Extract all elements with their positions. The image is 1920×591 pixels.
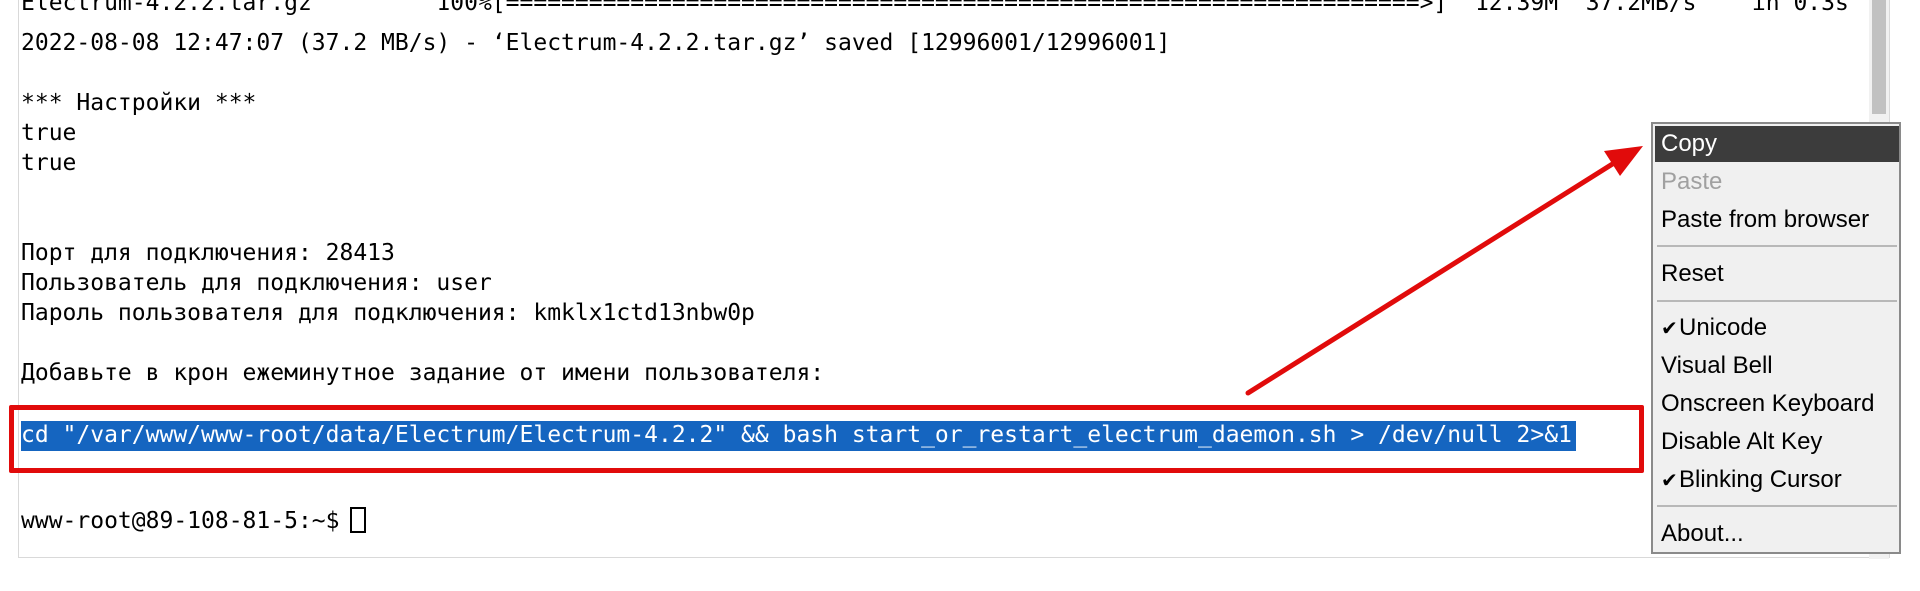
menu-item-label: Onscreen Keyboard — [1661, 390, 1875, 417]
menu-item-onscreen-keyboard[interactable]: Onscreen Keyboard — [1655, 386, 1899, 422]
menu-item-disable-alt-key[interactable]: Disable Alt Key — [1655, 424, 1899, 460]
menu-item-label: Copy — [1661, 130, 1718, 157]
menu-separator — [1657, 300, 1897, 302]
menu-separator — [1657, 505, 1897, 507]
menu-item-reset[interactable]: Reset — [1655, 256, 1899, 292]
terminal-context-menu: Copy Paste Paste from browser Reset ✔Uni… — [1651, 122, 1901, 554]
menu-item-label: Reset — [1661, 260, 1724, 287]
menu-item-unicode[interactable]: ✔Unicode — [1655, 310, 1899, 346]
menu-item-label: Visual Bell — [1661, 352, 1773, 379]
annotation-arrow — [1245, 146, 1643, 396]
menu-item-visual-bell[interactable]: Visual Bell — [1655, 348, 1899, 384]
screenshot-stage: Electrum-4.2.2.tar.gz 100%[=============… — [0, 0, 1920, 591]
menu-item-blinking-cursor[interactable]: ✔Blinking Cursor — [1655, 462, 1899, 498]
menu-separator — [1657, 245, 1897, 247]
menu-item-paste[interactable]: Paste — [1655, 164, 1899, 200]
annotation-arrow-shaft — [1245, 155, 1625, 396]
menu-item-label: Blinking Cursor — [1679, 466, 1842, 493]
menu-item-label: Paste — [1661, 168, 1723, 195]
menu-item-label: Paste from browser — [1661, 206, 1870, 233]
menu-item-about[interactable]: About... — [1655, 516, 1899, 552]
checkmark-icon: ✔ — [1661, 318, 1678, 340]
menu-item-label: About... — [1661, 520, 1744, 547]
menu-item-label: Disable Alt Key — [1661, 428, 1823, 455]
annotation-arrow-head — [1604, 146, 1643, 176]
menu-item-paste-from-browser[interactable]: Paste from browser — [1655, 202, 1899, 238]
checkmark-icon: ✔ — [1661, 470, 1678, 492]
menu-item-copy[interactable]: Copy — [1655, 126, 1899, 162]
menu-item-label: Unicode — [1679, 314, 1768, 341]
